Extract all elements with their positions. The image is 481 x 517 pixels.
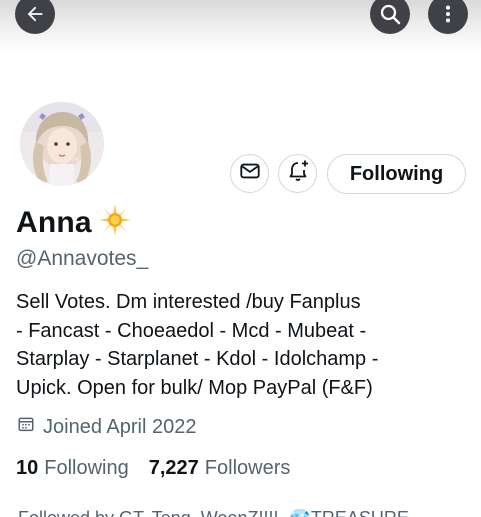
notifications-button[interactable] [278,154,317,193]
following-stat[interactable]: 10 Following [16,457,129,480]
bio-line: Upick. Open for bulk/ Mop PayPal (F&F) [16,376,373,399]
arrow-left-icon [24,3,46,25]
bio-line: - Fancast - Choeaedol - Mcd - Mubeat - [16,319,367,342]
display-name: Anna [16,205,92,239]
bio-line: Starplay - Starplanet - Kdol - Idolchamp… [16,348,379,370]
display-name-row: Anna [16,203,132,242]
avatar[interactable] [17,99,107,189]
followers-stat[interactable]: 7,227 Followers [149,457,291,480]
search-icon [378,2,402,26]
message-button[interactable] [230,154,269,193]
follow-stats: 10 Following 7,227 Followers [16,457,290,480]
followers-count: 7,227 [148,457,199,479]
star-emoji-icon [98,203,132,242]
following-count: 10 [16,457,39,479]
following-button[interactable]: Following [327,154,466,194]
joined-date: Joined April 2022 [17,415,196,439]
bio-line: Sell Votes. Dm interested /buy Fanplus [16,291,361,313]
more-vertical-icon [437,3,459,25]
bell-plus-icon [286,159,310,188]
joined-text: Joined April 2022 [43,415,197,438]
calendar-icon [17,415,35,439]
followers-label: Followers [204,457,291,479]
following-label: Following [44,457,129,479]
envelope-icon [239,160,261,187]
handle: @Annavotes_ [16,247,149,270]
followed-by-text[interactable]: Followed by GT, Teng, WoonZ!!!!, 💎TREASU… [18,508,478,517]
bio: Sell Votes. Dm interested /buy Fanplus -… [16,288,471,402]
